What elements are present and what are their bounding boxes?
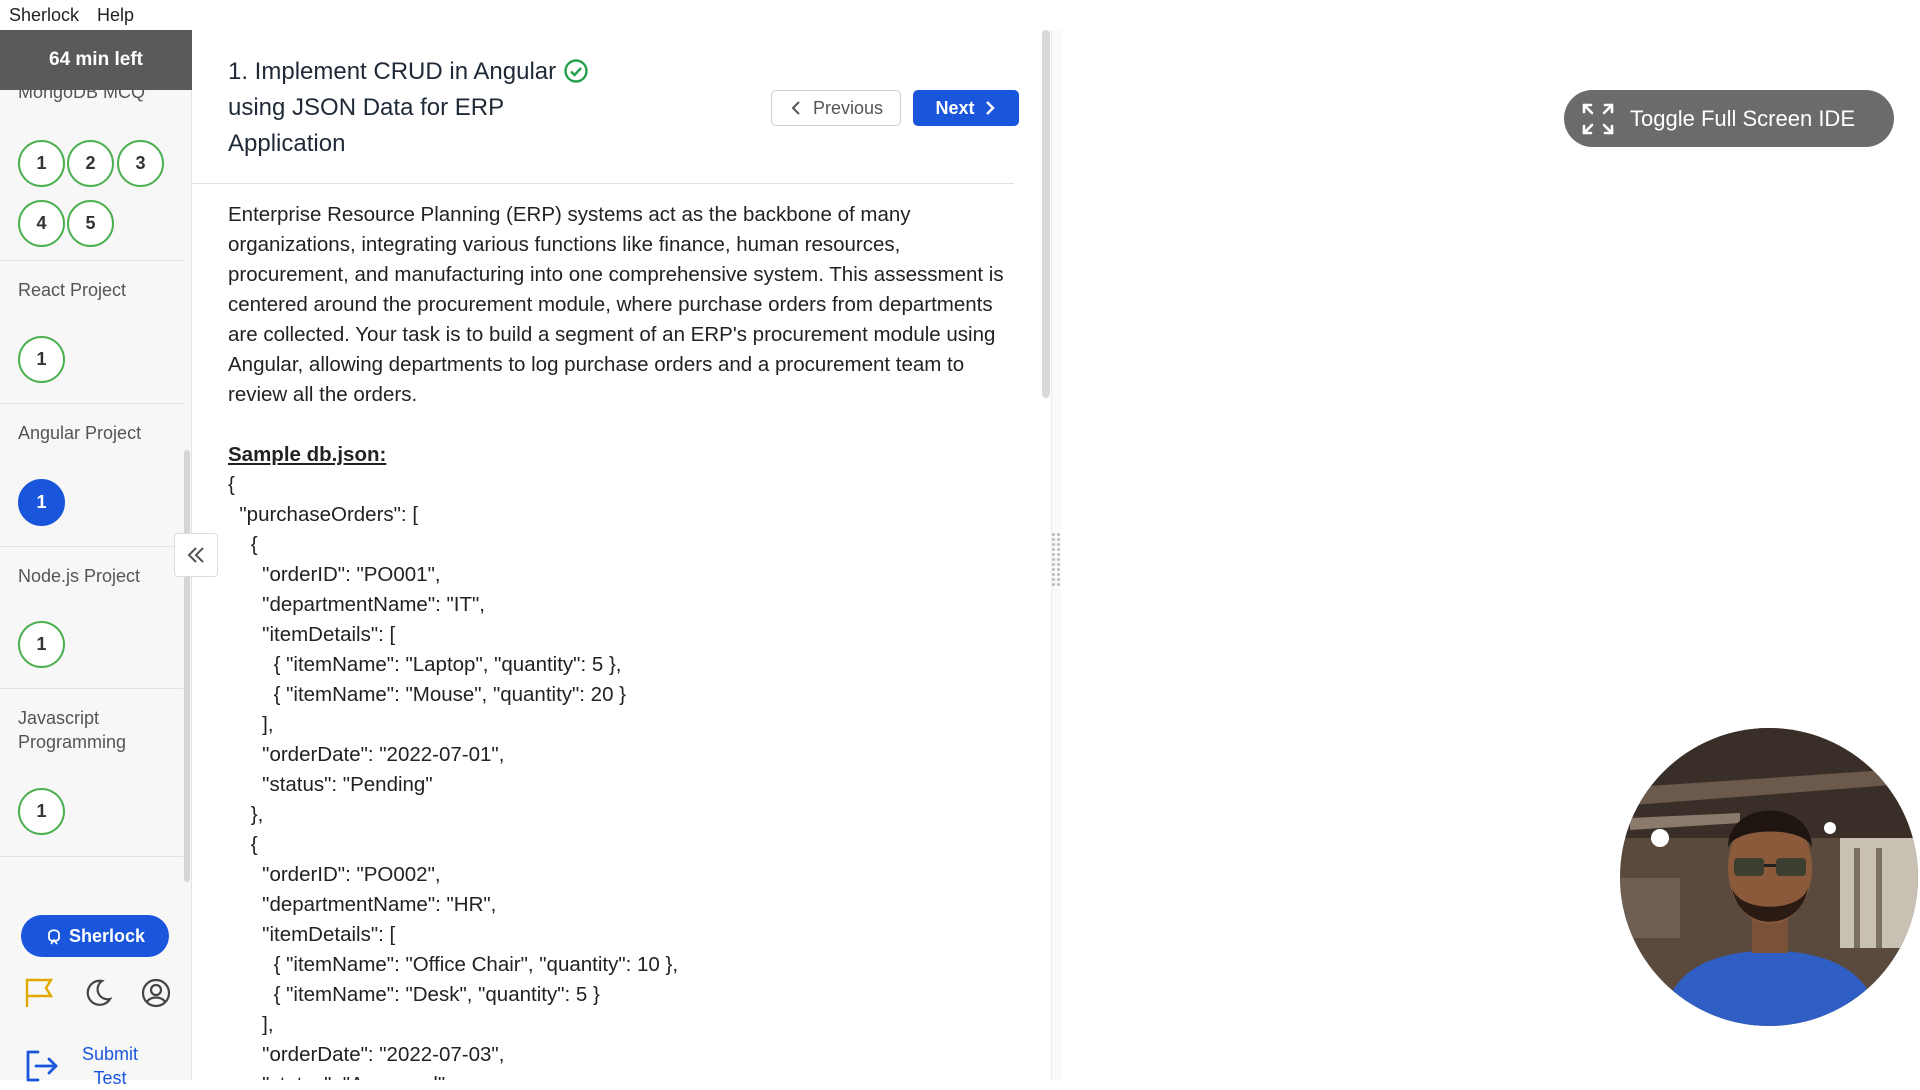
question-bubble[interactable]: 2 <box>67 140 114 187</box>
timer: 64 min left <box>0 30 192 90</box>
section-title[interactable]: MongoDB MCQ <box>18 90 145 104</box>
question-bubble[interactable]: 1 <box>18 336 65 383</box>
menubar: Sherlock Help <box>0 0 1920 30</box>
chevron-left-icon <box>791 101 800 115</box>
webcam-preview <box>1620 728 1918 1026</box>
sidebar-scrollbar[interactable] <box>184 450 190 882</box>
collapse-sidebar-button[interactable] <box>174 533 218 577</box>
question-bubble[interactable]: 1 <box>18 621 65 668</box>
section-title[interactable]: React Project <box>18 278 126 302</box>
question-bubble[interactable]: 1 <box>18 140 65 187</box>
section-title[interactable]: Angular Project <box>18 421 141 445</box>
sample-json-code: { "purchaseOrders": [ { "orderID": "PO00… <box>228 473 679 1080</box>
question-content: Enterprise Resource Planning (ERP) syste… <box>228 200 1018 1080</box>
section-nodejs-project: Node.js Project 1 <box>0 547 183 689</box>
user-circle-icon[interactable] <box>138 975 174 1011</box>
sample-heading: Sample db.json: <box>228 443 387 466</box>
double-chevron-left-icon <box>187 547 204 563</box>
question-bubble[interactable]: 4 <box>18 200 65 247</box>
sidebar: 64 min left MongoDB MCQ 1 2 3 4 5 React … <box>0 30 192 1088</box>
utility-icons <box>22 975 174 1011</box>
section-mongodb-mcq: MongoDB MCQ 1 2 3 4 5 <box>0 90 183 261</box>
sherlock-button-label: Sherlock <box>68 925 146 946</box>
resize-grip-icon[interactable] <box>1052 533 1060 586</box>
next-button-label: Next <box>935 97 975 118</box>
question-description: Enterprise Resource Planning (ERP) syste… <box>228 203 1004 406</box>
toggle-full-screen-ide-label: Toggle Full Screen IDE <box>1630 105 1855 131</box>
submit-test-button[interactable]: Submit Test <box>20 1042 150 1090</box>
moon-icon[interactable] <box>80 975 116 1011</box>
expand-icon <box>1582 103 1614 134</box>
question-bubble[interactable]: 1 <box>18 788 65 835</box>
previous-button[interactable]: Previous <box>771 90 901 126</box>
section-title[interactable]: Javascript Programming <box>18 706 158 754</box>
sherlock-icon <box>48 929 60 945</box>
submit-test-label: Submit Test <box>81 1044 139 1088</box>
question-scrollbar[interactable] <box>1042 30 1050 398</box>
completed-check-icon <box>564 59 588 83</box>
section-list: MongoDB MCQ 1 2 3 4 5 React Project 1 An… <box>0 90 192 884</box>
chevron-right-icon <box>985 101 995 115</box>
divider <box>192 183 1014 184</box>
menu-help[interactable]: Help <box>97 5 134 26</box>
flag-icon[interactable] <box>22 975 58 1011</box>
toggle-full-screen-ide-button[interactable]: Toggle Full Screen IDE <box>1564 90 1894 147</box>
sherlock-button[interactable]: Sherlock <box>21 915 169 957</box>
question-bubble[interactable]: 3 <box>117 140 164 187</box>
question-bubble[interactable]: 5 <box>67 200 114 247</box>
section-angular-project: Angular Project 1 <box>0 404 183 547</box>
question-title: 1. Implement CRUD in Angular using JSON … <box>228 58 557 157</box>
section-javascript-programming: Javascript Programming 1 <box>0 689 183 857</box>
previous-button-label: Previous <box>812 97 884 118</box>
section-title[interactable]: Node.js Project <box>18 564 140 588</box>
section-react-project: React Project 1 <box>0 261 183 404</box>
question-panel: 1. Implement CRUD in Angular using JSON … <box>192 30 1042 1080</box>
menu-sherlock[interactable]: Sherlock <box>9 5 79 26</box>
question-bubble-active[interactable]: 1 <box>18 479 65 526</box>
next-button[interactable]: Next <box>913 90 1019 126</box>
logout-icon <box>26 1050 58 1082</box>
